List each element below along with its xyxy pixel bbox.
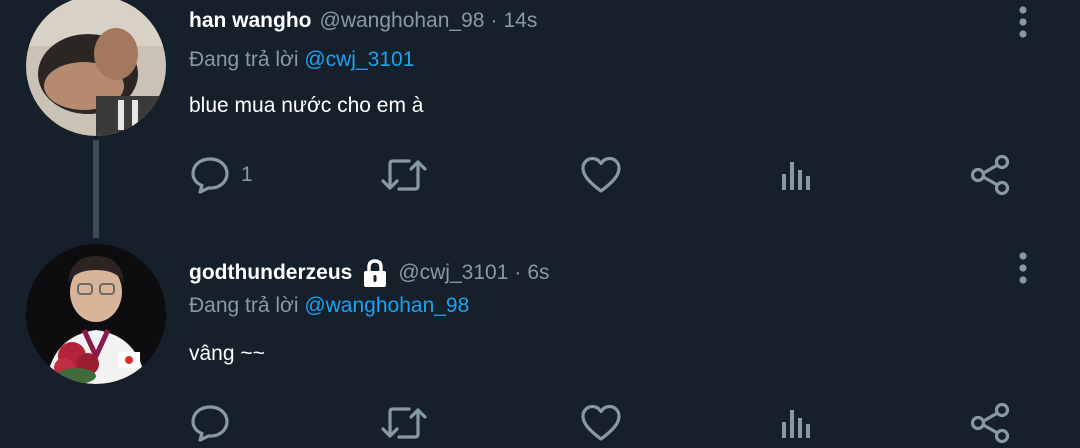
reply-context: Đang trả lời @wanghohan_98 [189, 294, 469, 318]
reply-count: 1 [241, 163, 253, 186]
reply-button[interactable] [189, 400, 241, 446]
tweet-header: godthunderzeus @cwj_3101 · 6s [189, 258, 550, 288]
analytics-button[interactable] [777, 152, 817, 198]
timestamp[interactable]: 14s [503, 9, 537, 33]
like-icon [581, 404, 621, 441]
retweet-button[interactable] [381, 152, 427, 198]
avatar-photo [26, 244, 166, 384]
separator: · [514, 261, 522, 284]
user-handle[interactable]: @wanghohan_98 [320, 9, 485, 33]
retweet-button[interactable] [381, 400, 427, 446]
analytics-button[interactable] [777, 400, 817, 446]
stats-icon [782, 410, 810, 438]
tweet-header: han wangho @wanghohan_98 · 14s [189, 8, 537, 34]
share-icon [970, 402, 1010, 444]
display-name[interactable]: han wangho [189, 9, 312, 33]
reply-icon [191, 157, 229, 194]
display-name[interactable]: godthunderzeus [189, 261, 352, 285]
reply-context: Đang trả lời @cwj_3101 [189, 48, 414, 72]
user-handle[interactable]: @cwj_3101 [398, 261, 508, 285]
action-bar [189, 400, 1029, 446]
tweet[interactable]: han wangho @wanghohan_98 · 14s Đang trả … [0, 0, 1080, 238]
tweet-text: blue mua nước cho em à [189, 94, 424, 117]
reply-prefix: Đang trả lời [189, 48, 299, 71]
reply-mention-link[interactable]: @cwj_3101 [304, 48, 414, 71]
action-bar: 1 [189, 152, 1029, 198]
tweet[interactable]: godthunderzeus @cwj_3101 · 6s Đang trả l… [0, 224, 1080, 448]
more-options-button[interactable] [1010, 4, 1036, 40]
reply-mention-link[interactable]: @wanghohan_98 [304, 294, 469, 317]
protected-account-badge [360, 258, 390, 288]
stats-icon [782, 162, 810, 190]
more-options-button[interactable] [1010, 250, 1036, 286]
more-icon [1019, 6, 1027, 38]
like-icon [581, 156, 621, 193]
retweet-icon [381, 407, 427, 439]
more-icon [1019, 252, 1027, 284]
share-button[interactable] [969, 400, 1013, 446]
separator: · [490, 9, 498, 32]
retweet-icon [381, 159, 427, 191]
reply-icon [191, 405, 229, 442]
avatar[interactable] [26, 244, 166, 384]
share-button[interactable] [969, 152, 1013, 198]
reply-button[interactable]: 1 [189, 152, 253, 198]
like-button[interactable] [579, 152, 623, 198]
avatar[interactable] [26, 0, 166, 136]
timestamp[interactable]: 6s [527, 261, 549, 285]
like-button[interactable] [579, 400, 623, 446]
tweet-text: vâng ~~ [189, 342, 265, 365]
avatar-photo [26, 0, 166, 136]
share-icon [970, 154, 1010, 196]
reply-prefix: Đang trả lời [189, 294, 299, 317]
lock-icon [364, 259, 387, 287]
